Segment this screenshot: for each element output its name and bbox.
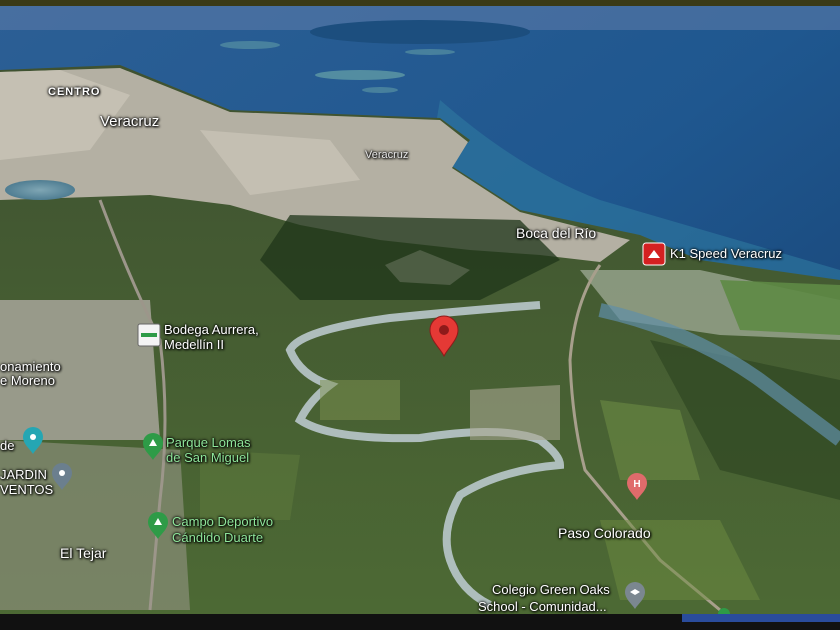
- label-campo-line2[interactable]: Cándido Duarte: [172, 531, 263, 544]
- label-jardin-line1[interactable]: JARDIN: [0, 468, 47, 481]
- label-bodega-line1[interactable]: Bodega Aurrera,: [164, 323, 259, 336]
- label-parque-line2[interactable]: de San Miguel: [166, 451, 249, 464]
- label-jardin-line2[interactable]: VENTOS: [0, 483, 53, 496]
- label-k1-speed[interactable]: K1 Speed Veracruz: [670, 247, 782, 260]
- satellite-map[interactable]: H: [0, 0, 840, 630]
- label-campo-line1[interactable]: Campo Deportivo: [172, 515, 273, 528]
- label-paso-colorado[interactable]: Paso Colorado: [558, 526, 651, 540]
- label-el-tejar[interactable]: El Tejar: [60, 546, 106, 560]
- label-veracruz[interactable]: Veracruz: [100, 114, 159, 129]
- bottom-bar: [0, 614, 840, 630]
- top-strip: [0, 0, 840, 6]
- label-centro[interactable]: CENTRO: [48, 87, 100, 98]
- label-fraccionamiento-line2[interactable]: e Moreno: [0, 374, 55, 387]
- svg-text:H: H: [633, 479, 640, 490]
- label-veracruz-small[interactable]: Veracruz: [365, 150, 408, 161]
- label-fraccionamiento-line1[interactable]: onamiento: [0, 360, 61, 373]
- label-bodega-line2[interactable]: Medellín II: [164, 338, 224, 351]
- label-colegio-line2[interactable]: School - Comunidad...: [478, 600, 607, 613]
- bottom-accent: [682, 614, 840, 622]
- store-icon[interactable]: [137, 323, 161, 347]
- label-colegio-line1[interactable]: Colegio Green Oaks: [492, 583, 610, 596]
- label-boca-del-rio[interactable]: Boca del Río: [516, 226, 596, 240]
- label-parque-line1[interactable]: Parque Lomas: [166, 436, 251, 449]
- label-road-left[interactable]: de: [0, 439, 14, 452]
- racing-icon[interactable]: [642, 242, 666, 266]
